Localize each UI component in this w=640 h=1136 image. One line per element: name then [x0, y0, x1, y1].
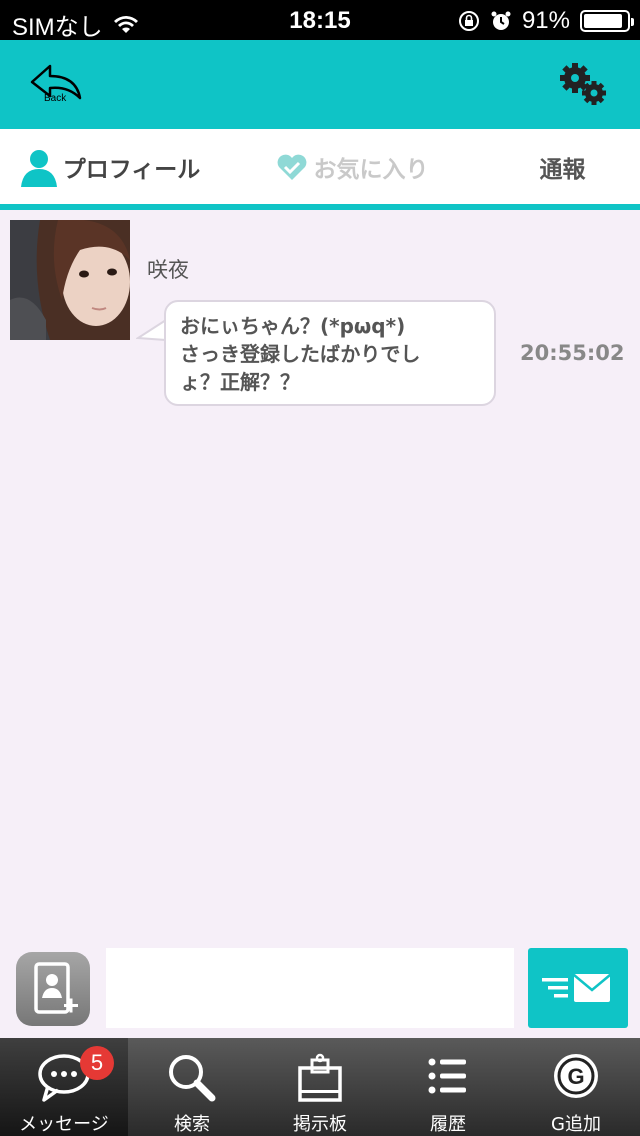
list-icon	[428, 1058, 466, 1094]
nav-search[interactable]: 検索	[128, 1038, 256, 1136]
status-bar: SIMなし 18:15 91%	[0, 0, 640, 41]
tab-profile[interactable]: プロフィール	[0, 129, 219, 204]
tab-bar: プロフィール お気に入り 通報	[0, 129, 640, 204]
tab-profile-label: プロフィール	[62, 156, 201, 183]
message-line: おにぃちゃん？(*pωq*)	[180, 314, 406, 338]
nav-history[interactable]: 履歴	[384, 1038, 512, 1136]
send-mail-icon	[542, 974, 611, 1002]
battery-icon	[580, 10, 634, 32]
nav-search-label: 検索	[174, 1114, 210, 1135]
tab-report[interactable]: 通報	[485, 129, 640, 204]
svg-text:G: G	[567, 1064, 584, 1089]
message-line: ょ？正解？？	[180, 370, 300, 394]
message-bubble: おにぃちゃん？(*pωq*) さっき登録したばかりでし ょ？正解？？	[164, 300, 496, 406]
message-input[interactable]	[106, 948, 514, 1028]
nav-messages[interactable]: 5 メッセージ	[0, 1038, 128, 1136]
bottom-nav: 5 メッセージ 検索 掲示板 履歴 G G追加	[0, 1038, 640, 1136]
back-label: Back	[44, 93, 67, 104]
message-line: さっき登録したばかりでし	[180, 342, 421, 366]
clipboard-icon	[298, 1053, 342, 1102]
heart-check-icon	[277, 154, 306, 180]
tab-favorite-label: お気に入り	[313, 156, 429, 183]
tab-report-label: 通報	[539, 156, 586, 183]
nav-g-add-label: G追加	[551, 1114, 601, 1135]
alarm-icon	[491, 11, 511, 30]
nav-board[interactable]: 掲示板	[256, 1038, 384, 1136]
gear-icon	[560, 63, 606, 105]
orientation-lock-icon	[458, 11, 479, 31]
tab-underline	[0, 204, 640, 210]
nav-messages-label: メッセージ	[19, 1114, 109, 1135]
person-icon	[20, 149, 57, 187]
search-icon	[169, 1055, 216, 1102]
send-button[interactable]	[528, 948, 628, 1028]
nav-history-label: 履歴	[430, 1114, 466, 1135]
nav-g-add[interactable]: G G追加	[512, 1038, 640, 1136]
header-bar: Back	[0, 40, 640, 129]
battery-percent: 91%	[521, 7, 570, 34]
nav-board-label: 掲示板	[293, 1114, 347, 1135]
attach-profile-button[interactable]	[16, 952, 90, 1026]
sender-avatar[interactable]	[10, 220, 130, 340]
unread-badge: 5	[80, 1046, 114, 1080]
g-circle-icon: G	[554, 1054, 598, 1098]
sender-name: 咲夜	[147, 258, 189, 282]
add-contact-icon	[34, 962, 78, 1014]
tab-favorite[interactable]: お気に入り	[219, 129, 485, 204]
message-timestamp: 20:55:02	[520, 341, 625, 365]
avatar-photo	[10, 220, 130, 340]
settings-button[interactable]	[558, 62, 610, 108]
